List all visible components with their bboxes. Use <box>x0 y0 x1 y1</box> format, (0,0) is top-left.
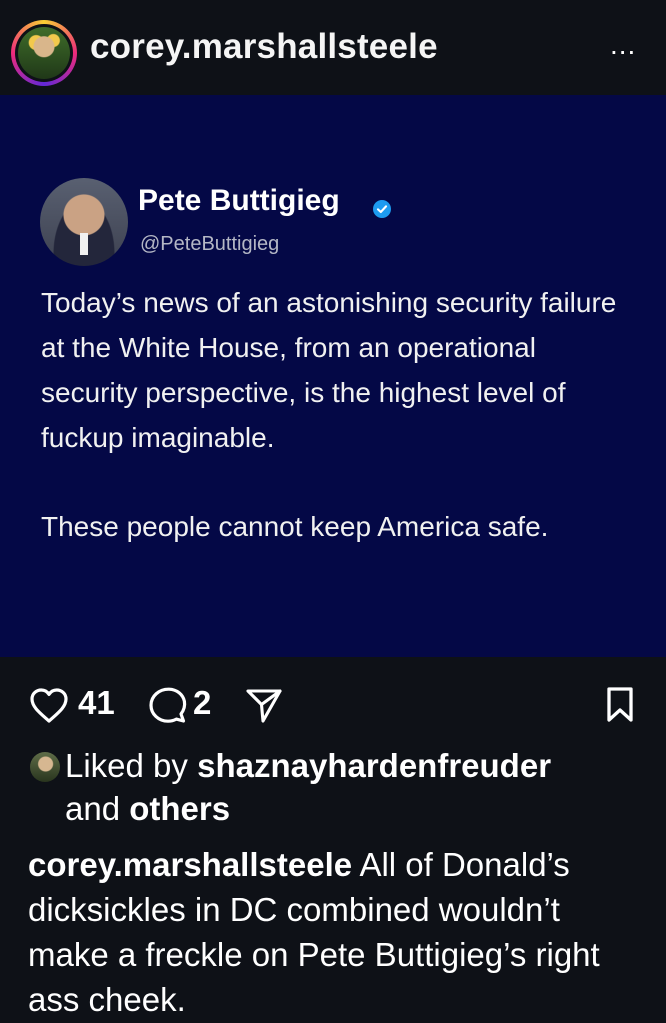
comment-icon[interactable] <box>146 686 188 726</box>
liked-by-middle: and <box>65 790 130 827</box>
more-options-button[interactable]: ... <box>610 29 636 61</box>
liked-by-text[interactable]: Liked by shaznayhardenfreuder and others <box>65 744 640 830</box>
liker-avatar <box>30 752 60 782</box>
tweet-text: Today’s news of an astonishing security … <box>41 280 631 593</box>
post-caption: corey.marshallsteele All of Donald’s dic… <box>28 842 648 1022</box>
avatar-shirt <box>80 233 88 255</box>
post-author-username[interactable]: corey.marshallsteele <box>90 27 438 67</box>
avatar-image <box>18 27 70 79</box>
avatar-frame <box>15 24 73 82</box>
check-icon <box>376 205 388 214</box>
send-icon[interactable] <box>244 687 284 725</box>
tweet-paragraph: These people cannot keep America safe. <box>41 511 549 542</box>
profile-avatar[interactable] <box>11 20 77 86</box>
likes-count[interactable]: 41 <box>78 684 115 722</box>
post-header: corey.marshallsteele ... <box>0 0 666 95</box>
tweet-paragraph: Today’s news of an astonishing security … <box>41 287 617 453</box>
bookmark-icon[interactable] <box>604 686 636 724</box>
tweet-author-handle: @PeteButtigieg <box>140 233 280 255</box>
comments-count[interactable]: 2 <box>193 684 211 722</box>
verified-badge-icon <box>373 200 391 218</box>
liked-by-others[interactable]: others <box>129 790 230 827</box>
liked-by-username[interactable]: shaznayhardenfreuder <box>197 747 551 784</box>
post-image: Pete Buttigieg @PeteButtigieg Today’s ne… <box>0 95 666 657</box>
tweet-author-name: Pete Buttigieg <box>138 184 340 217</box>
tweet-author-avatar <box>40 178 128 266</box>
heart-icon[interactable] <box>28 687 70 725</box>
liked-by-prefix: Liked by <box>65 747 198 784</box>
caption-username[interactable]: corey.marshallsteele <box>28 846 352 883</box>
